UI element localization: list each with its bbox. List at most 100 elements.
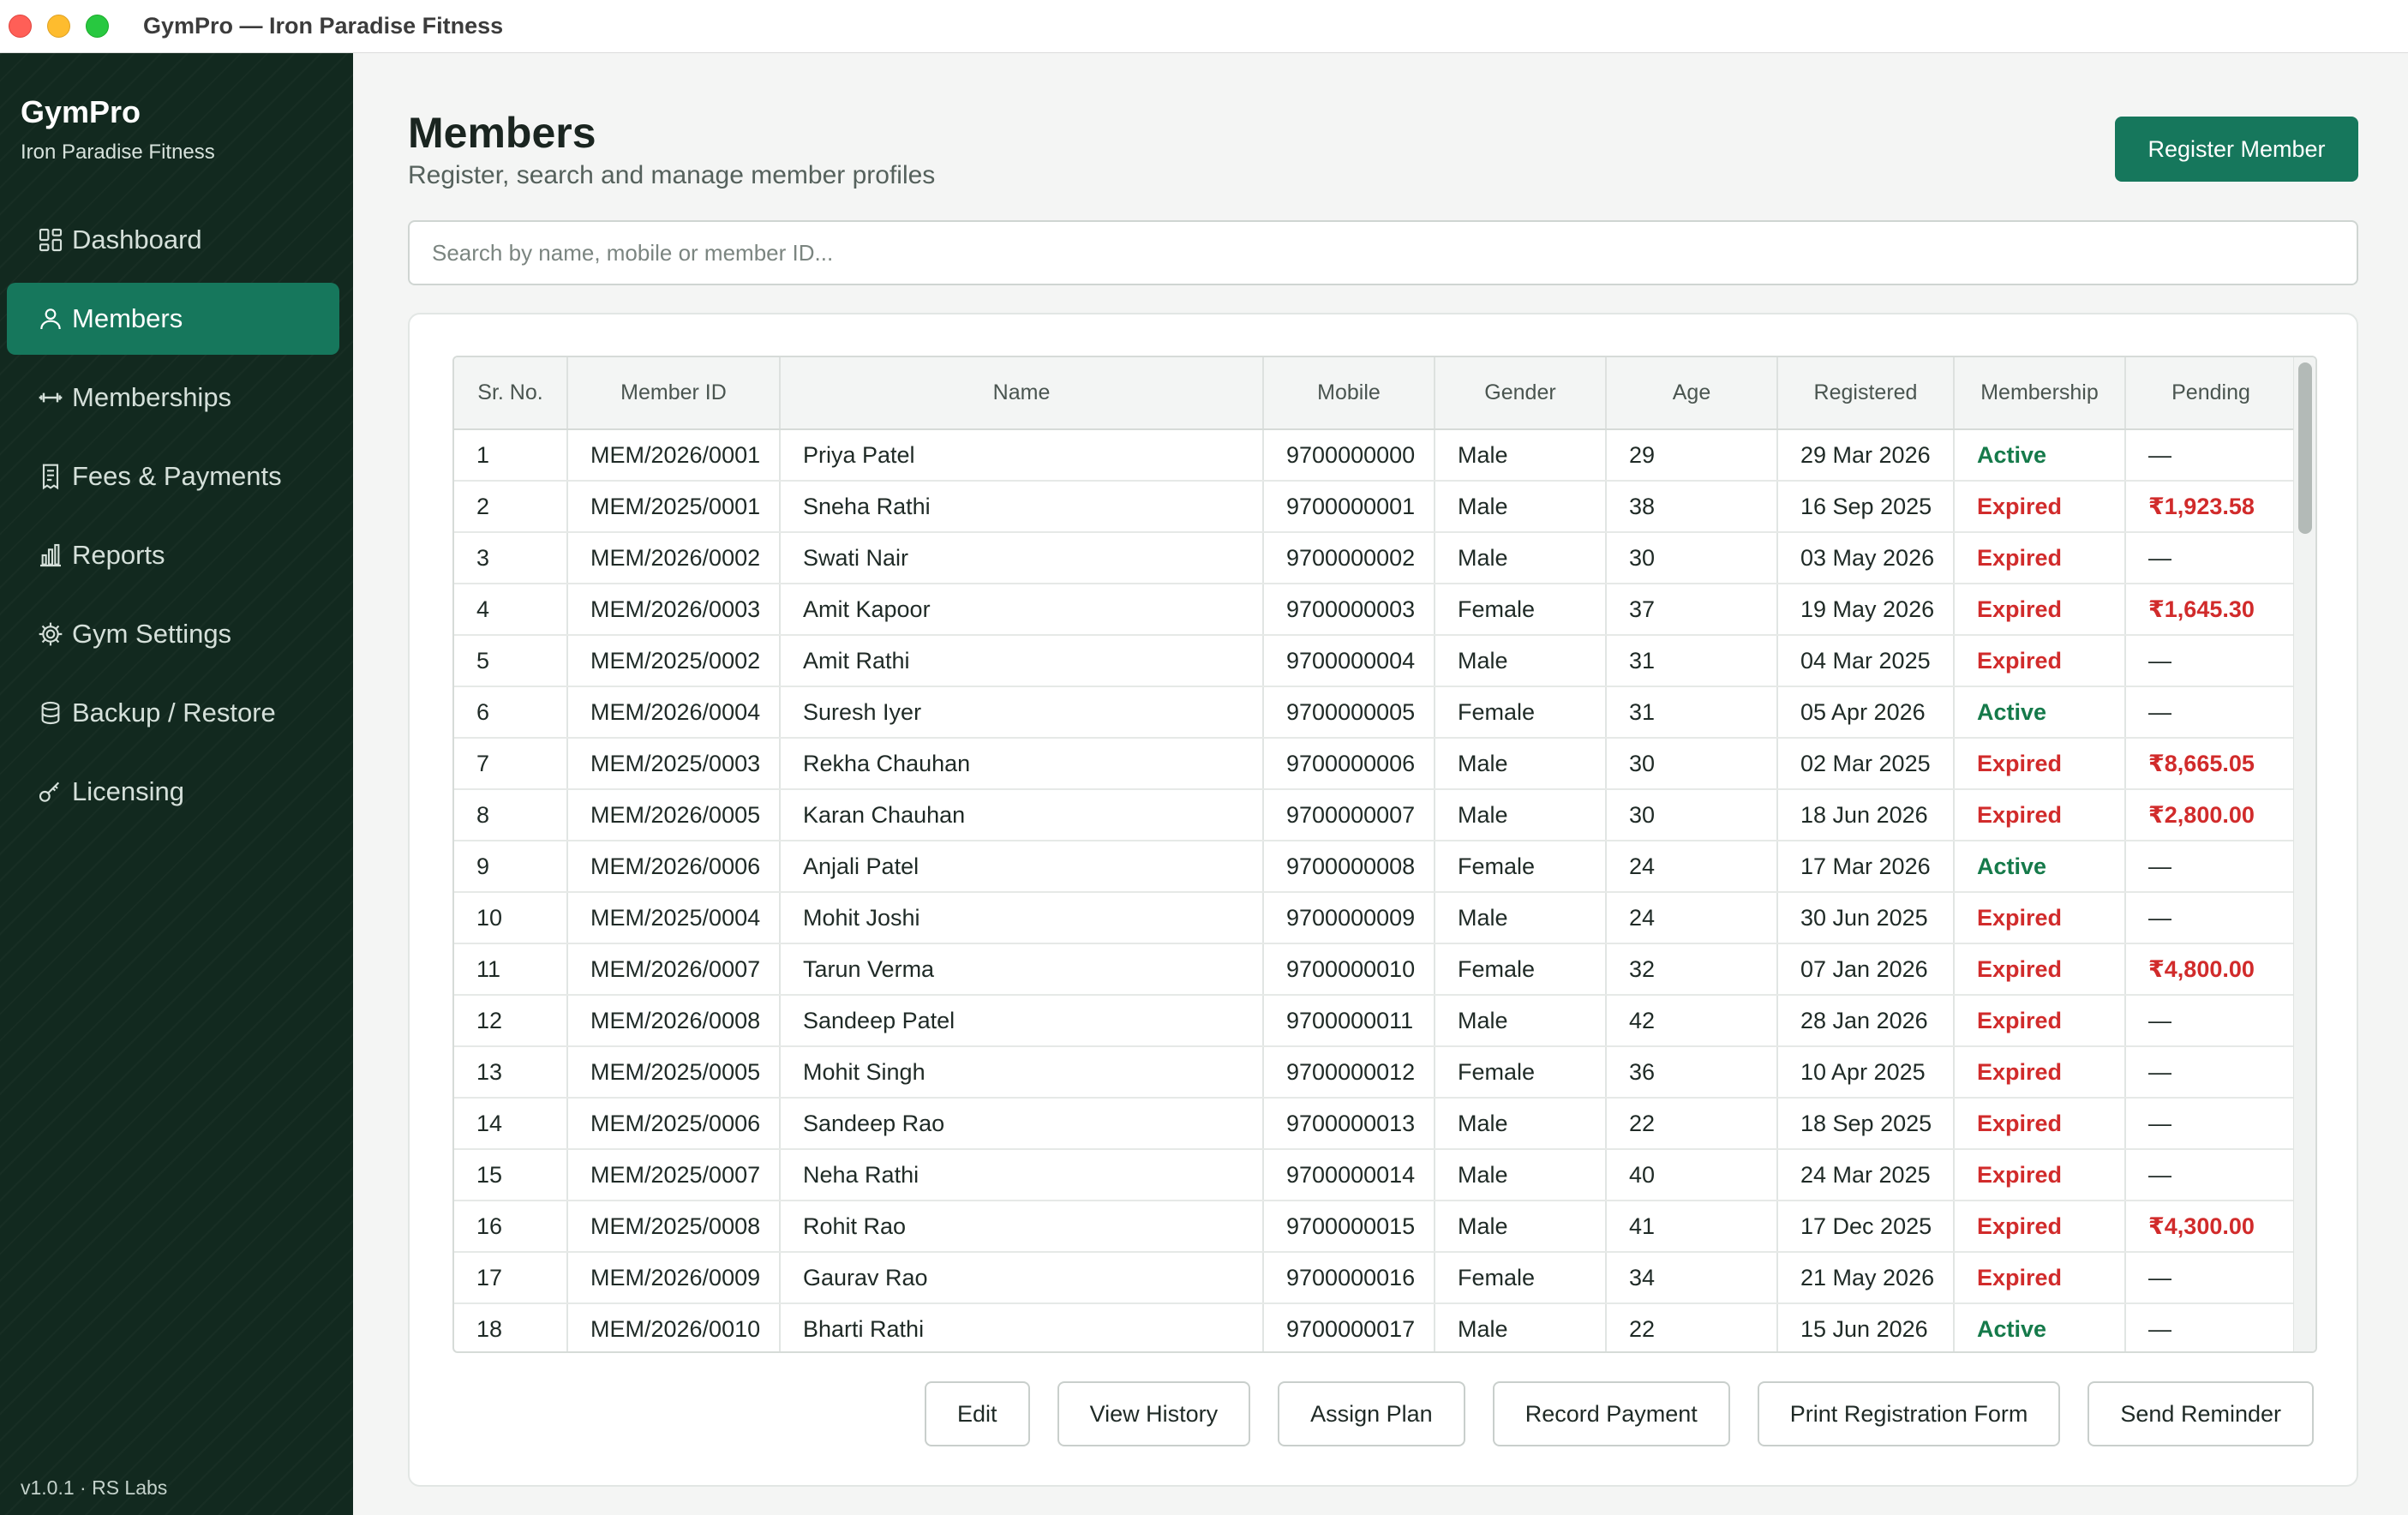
print-registration-form-button[interactable]: Print Registration Form bbox=[1757, 1381, 2061, 1446]
cell-name: Sneha Rathi bbox=[780, 481, 1264, 533]
search-input[interactable] bbox=[408, 220, 2358, 285]
table-row[interactable]: 2 MEM/2025/0001 Sneha Rathi 9700000001 Male 3… bbox=[454, 481, 2297, 533]
table-row[interactable]: 12 MEM/2026/0008 Sandeep Patel 9700000011 Ma… bbox=[454, 995, 2297, 1047]
column-header-name[interactable]: Name bbox=[780, 357, 1264, 430]
window-controls bbox=[9, 15, 109, 38]
assign-plan-button[interactable]: Assign Plan bbox=[1278, 1381, 1465, 1446]
table-row[interactable]: 13 MEM/2025/0005 Mohit Singh 9700000012 Fema… bbox=[454, 1046, 2297, 1099]
cell-member-id: MEM/2026/0007 bbox=[567, 943, 781, 996]
brand-subtitle: Iron Paradise Fitness bbox=[21, 141, 215, 164]
cell-gender: Male bbox=[1435, 789, 1607, 841]
table-row[interactable]: 15 MEM/2025/0007 Neha Rathi 9700000014 Male 4… bbox=[454, 1149, 2297, 1201]
maximize-window-button[interactable] bbox=[86, 15, 109, 38]
cell-sr-no: 3 bbox=[454, 532, 568, 584]
record-payment-button[interactable]: Record Payment bbox=[1492, 1381, 1730, 1446]
table-row[interactable]: 9 MEM/2026/0006 Anjali Patel 9700000008 Fema… bbox=[454, 841, 2297, 893]
cell-name: Amit Kapoor bbox=[780, 584, 1264, 636]
cell-gender: Male bbox=[1435, 738, 1607, 790]
cell-mobile: 9700000008 bbox=[1263, 841, 1435, 893]
sidebar-item-licensing[interactable]: Licensing bbox=[7, 756, 339, 828]
sidebar-item-dashboard[interactable]: Dashboard bbox=[7, 204, 339, 276]
main-content: Members Register, search and manage memb… bbox=[353, 53, 2408, 1515]
close-window-button[interactable] bbox=[9, 15, 32, 38]
table-row[interactable]: 16 MEM/2025/0008 Rohit Rao 9700000015 Male 41… bbox=[454, 1201, 2297, 1253]
view-history-button[interactable]: View History bbox=[1057, 1381, 1251, 1446]
table-row[interactable]: 17 MEM/2026/0009 Gaurav Rao 9700000016 Femal… bbox=[454, 1252, 2297, 1304]
cell-pending: — bbox=[2125, 1252, 2297, 1304]
cell-membership: Active bbox=[1954, 429, 2126, 482]
table-row[interactable]: 11 MEM/2026/0007 Tarun Verma 9700000010 Fema… bbox=[454, 943, 2297, 996]
cell-pending: — bbox=[2125, 1303, 2297, 1351]
cell-age: 37 bbox=[1606, 584, 1778, 636]
table-row[interactable]: 7 MEM/2025/0003 Rekha Chauhan 9700000006 Mal… bbox=[454, 738, 2297, 790]
key-icon bbox=[36, 777, 65, 806]
sidebar-item-gym-settings[interactable]: Gym Settings bbox=[7, 598, 339, 670]
cell-age: 38 bbox=[1606, 481, 1778, 533]
cell-registered: 18 Sep 2025 bbox=[1777, 1098, 1955, 1150]
column-header-gender[interactable]: Gender bbox=[1435, 357, 1607, 430]
sidebar-item-backup-restore[interactable]: Backup / Restore bbox=[7, 677, 339, 749]
cell-sr-no: 2 bbox=[454, 481, 568, 533]
cell-mobile: 9700000014 bbox=[1263, 1149, 1435, 1201]
cell-name: Karan Chauhan bbox=[780, 789, 1264, 841]
column-header-membership[interactable]: Membership bbox=[1954, 357, 2126, 430]
column-header-member-id[interactable]: Member ID bbox=[567, 357, 781, 430]
table-row[interactable]: 14 MEM/2025/0006 Sandeep Rao 9700000013 Male… bbox=[454, 1098, 2297, 1150]
sidebar: GymPro Iron Paradise Fitness Dashboard M… bbox=[0, 53, 353, 1515]
sidebar-item-label: Licensing bbox=[72, 776, 184, 806]
cell-registered: 21 May 2026 bbox=[1777, 1252, 1955, 1304]
cell-membership: Expired bbox=[1954, 1098, 2126, 1150]
table-row[interactable]: 6 MEM/2026/0004 Suresh Iyer 9700000005 Femal… bbox=[454, 686, 2297, 739]
table-row[interactable]: 3 MEM/2026/0002 Swati Nair 9700000002 Male 30… bbox=[454, 532, 2297, 584]
column-header-age[interactable]: Age bbox=[1606, 357, 1778, 430]
cell-registered: 05 Apr 2026 bbox=[1777, 686, 1955, 739]
cell-membership: Active bbox=[1954, 841, 2126, 893]
sidebar-item-label: Gym Settings bbox=[72, 619, 232, 649]
column-header-sr-no[interactable]: Sr. No. bbox=[454, 357, 568, 430]
table-scrollbar[interactable] bbox=[2293, 357, 2315, 1351]
cell-membership: Active bbox=[1954, 1303, 2126, 1351]
cell-age: 34 bbox=[1606, 1252, 1778, 1304]
cell-sr-no: 17 bbox=[454, 1252, 568, 1304]
sidebar-item-fees-payments[interactable]: Fees & Payments bbox=[7, 440, 339, 512]
cell-name: Swati Nair bbox=[780, 532, 1264, 584]
register-member-button[interactable]: Register Member bbox=[2115, 117, 2358, 182]
cell-pending: — bbox=[2125, 1149, 2297, 1201]
cell-member-id: MEM/2026/0002 bbox=[567, 532, 781, 584]
edit-button[interactable]: Edit bbox=[925, 1381, 1030, 1446]
cell-member-id: MEM/2026/0006 bbox=[567, 841, 781, 893]
scrollbar-thumb[interactable] bbox=[2298, 362, 2312, 534]
sidebar-item-members[interactable]: Members bbox=[7, 283, 339, 355]
cell-gender: Female bbox=[1435, 841, 1607, 893]
table-row[interactable]: 4 MEM/2026/0003 Amit Kapoor 9700000003 Femal… bbox=[454, 584, 2297, 636]
send-reminder-button[interactable]: Send Reminder bbox=[2088, 1381, 2314, 1446]
cell-member-id: MEM/2026/0005 bbox=[567, 789, 781, 841]
sidebar-item-label: Reports bbox=[72, 540, 165, 570]
cell-membership: Expired bbox=[1954, 892, 2126, 944]
column-header-registered[interactable]: Registered bbox=[1777, 357, 1955, 430]
table-row[interactable]: 18 MEM/2026/0010 Bharti Rathi 9700000017 Mal… bbox=[454, 1303, 2297, 1351]
cell-age: 22 bbox=[1606, 1098, 1778, 1150]
cell-member-id: MEM/2026/0004 bbox=[567, 686, 781, 739]
cell-mobile: 9700000011 bbox=[1263, 995, 1435, 1047]
column-header-mobile[interactable]: Mobile bbox=[1263, 357, 1435, 430]
cell-pending: — bbox=[2125, 1046, 2297, 1099]
sidebar-item-memberships[interactable]: Memberships bbox=[7, 362, 339, 434]
cell-registered: 19 May 2026 bbox=[1777, 584, 1955, 636]
table-row[interactable]: 8 MEM/2026/0005 Karan Chauhan 9700000007 Mal… bbox=[454, 789, 2297, 841]
cell-sr-no: 6 bbox=[454, 686, 568, 739]
cell-gender: Female bbox=[1435, 686, 1607, 739]
cell-mobile: 9700000007 bbox=[1263, 789, 1435, 841]
sidebar-item-reports[interactable]: Reports bbox=[7, 519, 339, 591]
cell-registered: 02 Mar 2025 bbox=[1777, 738, 1955, 790]
column-header-pending[interactable]: Pending bbox=[2125, 357, 2297, 430]
table-row[interactable]: 10 MEM/2025/0004 Mohit Joshi 9700000009 Male… bbox=[454, 892, 2297, 944]
cell-age: 36 bbox=[1606, 1046, 1778, 1099]
minimize-window-button[interactable] bbox=[47, 15, 70, 38]
cell-sr-no: 8 bbox=[454, 789, 568, 841]
table-row[interactable]: 5 MEM/2025/0002 Amit Rathi 9700000004 Male 31… bbox=[454, 635, 2297, 687]
cell-name: Rohit Rao bbox=[780, 1201, 1264, 1253]
cell-membership: Expired bbox=[1954, 481, 2126, 533]
table-row[interactable]: 1 MEM/2026/0001 Priya Patel 9700000000 Male 2… bbox=[454, 429, 2297, 482]
cell-sr-no: 1 bbox=[454, 429, 568, 482]
